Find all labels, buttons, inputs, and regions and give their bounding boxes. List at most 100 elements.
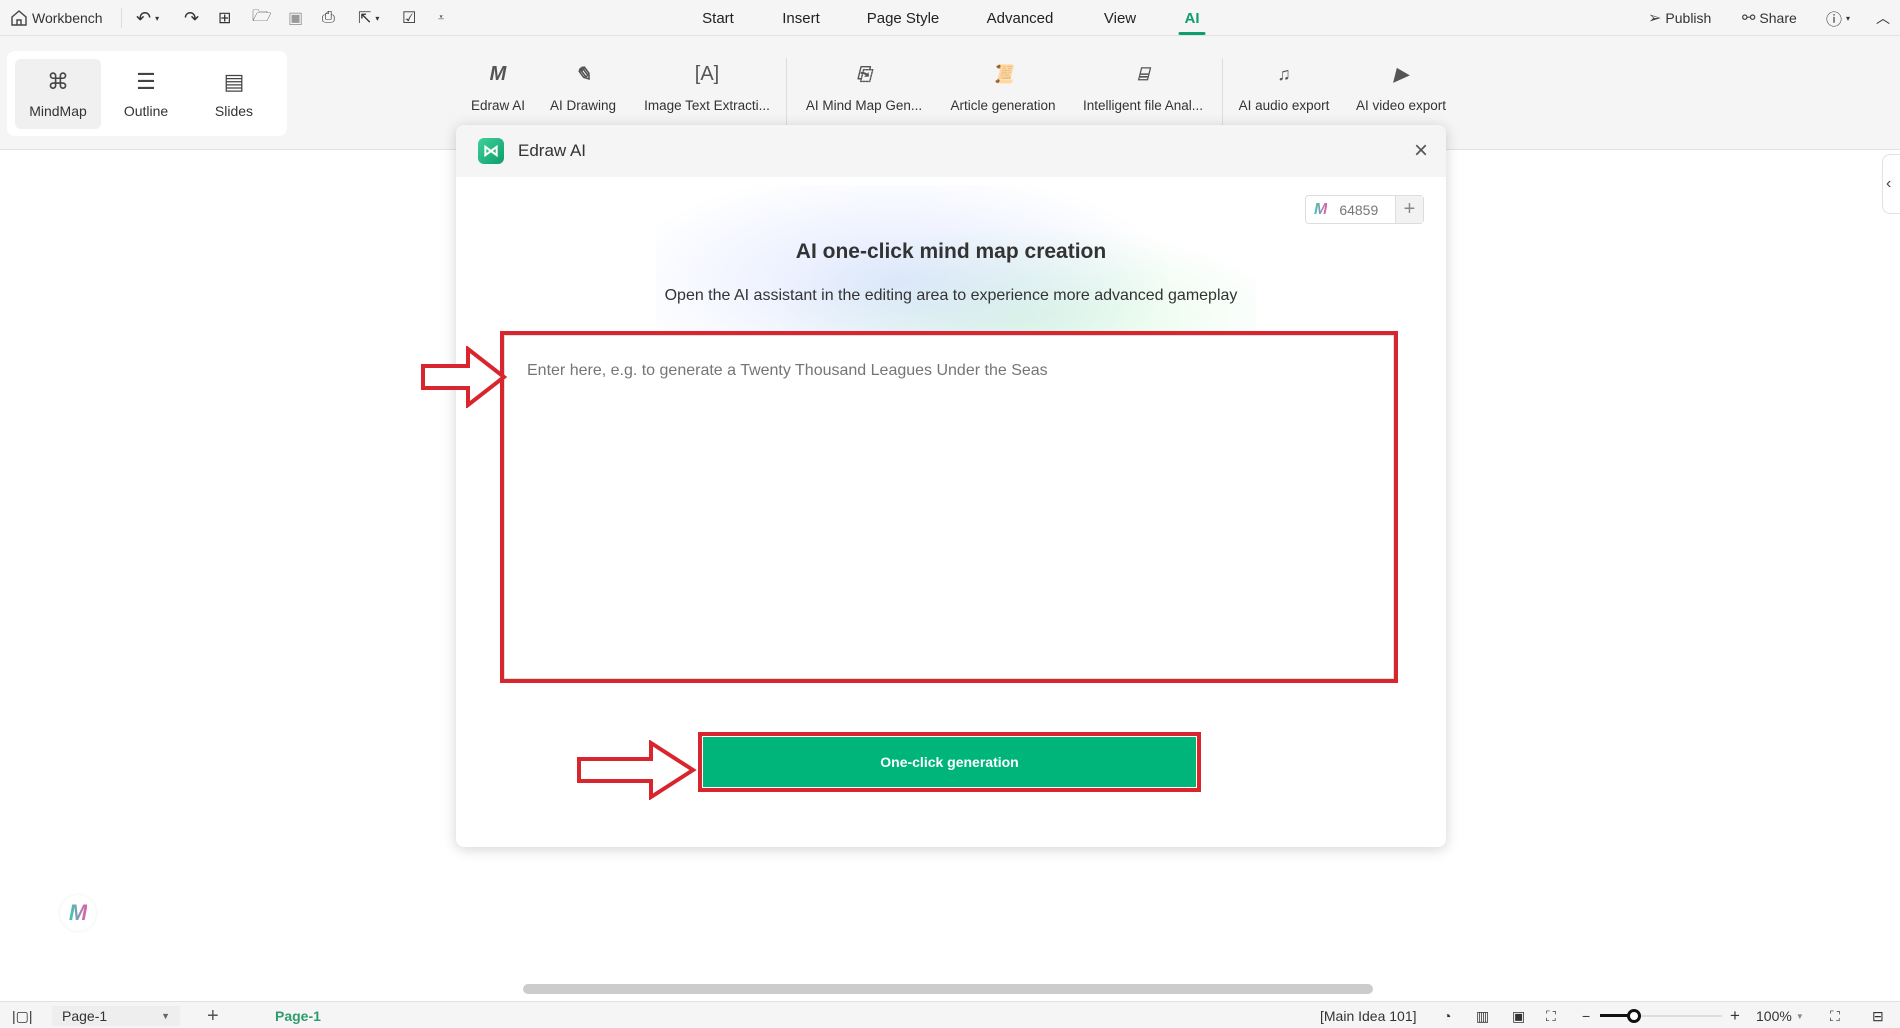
ribbon-label: Intelligent file Anal... [1082,98,1204,113]
ai-mindmap-icon: ⎘ [856,63,872,84]
ribbon-label: Edraw AI [470,98,526,113]
dialog-subheading: Open the AI assistant in the editing are… [664,287,1238,304]
generate-highlight: One-click generation [698,732,1201,792]
tab-view[interactable]: View [1104,10,1136,27]
mouse-mode-icon[interactable]: ◔ [1443,1006,1451,1026]
edraw-ai-logo-icon: M [68,900,88,925]
edraw-ai-dialog: ⋈ Edraw AI × M 64859 + AI one-click mind… [456,125,1446,847]
zoom-out-icon[interactable]: − [1582,1006,1590,1026]
new-file-icon[interactable]: ⊞ [218,6,231,30]
tab-start[interactable]: Start [702,10,734,27]
dialog-header: ⋈ Edraw AI × [456,125,1446,177]
credits-box: M 64859 + [1305,195,1424,224]
publish-label: Publish [1665,10,1712,26]
ribbon-label: AI Drawing [549,98,617,113]
prompt-highlight [500,331,1398,683]
tab-advanced[interactable]: Advanced [987,10,1054,27]
fit-width-icon[interactable]: ⊟ [1872,1006,1884,1026]
credits-logo-icon: M [1314,200,1328,218]
selection-info: [Main Idea 101] [1320,1008,1417,1024]
one-click-generation-button[interactable]: One-click generation [703,737,1196,787]
ribbon-label: Article generation [950,98,1056,113]
page-panel-icon[interactable]: |▢| [12,1006,33,1026]
redo-icon[interactable]: ↷ [184,6,199,30]
title-bar: Workbench ↶ ▾ ↷ ⊞ 🗁 ▣ ⎙ ⇱ ▾ ☑ ⩡ Start Inse… [0,0,1900,36]
fullscreen-icon[interactable]: ⛶ [1830,1006,1840,1026]
tab-page-style[interactable]: Page Style [867,10,940,27]
zoom-value: 100% [1756,1008,1792,1024]
ribbon-label: Image Text Extracti... [644,98,770,113]
share-icon: ⚯ [1742,10,1756,27]
fit-page-icon[interactable]: ▣ [1512,1006,1525,1026]
zoom-slider[interactable] [1600,1006,1722,1026]
audio-icon: ♫ [1277,63,1291,84]
mode-label: MindMap [29,103,87,119]
ribbon-label: AI video export [1355,98,1447,113]
share-label: Share [1759,10,1797,26]
ribbon-ai-audio-export[interactable]: ♫ AI audio export [1238,60,1330,114]
ribbon-ai-video-export[interactable]: ▶ AI video export [1355,60,1447,114]
horizontal-scrollbar[interactable] [523,984,1373,994]
publish-button[interactable]: ➢ Publish [1648,6,1711,30]
help-icon[interactable]: ⓘ ▾ [1826,6,1850,30]
page-select-value: Page-1 [62,1008,108,1024]
print-icon[interactable]: ⎙ [322,6,335,30]
dialog-heading: AI one-click mind map creation [795,240,1107,263]
mindmap-icon: ⌘ [47,69,69,94]
divider [121,8,122,28]
credits-count: 64859 [1339,201,1379,218]
send-icon: ➢ [1648,10,1662,27]
more-icon[interactable]: ⩡ [438,6,444,30]
tab-ai[interactable]: AI [1178,10,1206,35]
book-view-icon[interactable]: ▥ [1476,1006,1489,1026]
add-page-icon[interactable]: + [207,1005,219,1027]
collapse-ribbon-icon[interactable]: ︿ [1876,6,1890,30]
image-text-icon: [A] [694,62,720,85]
file-analysis-icon: ⌸ [1137,63,1149,84]
side-panel-toggle[interactable]: ‹ [1882,154,1900,214]
save-icon[interactable]: ▣ [288,6,303,30]
export-icon[interactable]: ⇱ ▾ [358,6,379,30]
share-button[interactable]: ⚯ Share [1742,6,1797,30]
slides-icon: ▤ [223,69,245,94]
ribbon-image-text-extraction[interactable]: [A] Image Text Extracti... [644,60,770,114]
article-icon: 📜 [991,63,1015,84]
close-icon[interactable]: × [1414,137,1428,165]
page-tab[interactable]: Page-1 [275,1006,321,1026]
ribbon-ai-mindmap-gen[interactable]: ⎘ AI Mind Map Gen... [805,60,923,114]
mode-label: Slides [214,103,254,119]
divider [786,58,787,128]
workbench-label: Workbench [32,10,103,26]
ribbon-label: AI Mind Map Gen... [805,98,923,113]
ribbon-file-analysis[interactable]: ⌸ Intelligent file Anal... [1082,60,1204,114]
fit-window-icon[interactable]: ⛶ [1546,1006,1556,1026]
undo-icon[interactable]: ↶ ▾ [136,6,159,30]
edraw-ai-icon: M [489,62,507,85]
floating-ai-button[interactable]: M [60,895,96,931]
mode-mindmap[interactable]: ⌘ MindMap [15,59,101,129]
chevron-down-icon: ▼ [161,1011,170,1021]
status-bar: |▢| Page-1 ▼ + Page-1 [Main Idea 101] ◔ … [0,1001,1900,1028]
video-icon: ▶ [1394,63,1408,84]
workbench-button[interactable]: Workbench [10,6,103,30]
prompt-input[interactable] [504,335,1394,679]
divider [1222,58,1223,128]
ai-drawing-icon: ✎ [574,63,592,86]
ribbon-edraw-ai[interactable]: M Edraw AI [470,60,526,114]
zoom-in-icon[interactable]: + [1730,1006,1740,1026]
ribbon-ai-drawing[interactable]: ✎ AI Drawing [549,60,617,114]
page-select[interactable]: Page-1 ▼ [52,1006,180,1026]
dialog-title: Edraw AI [518,141,587,160]
ribbon-label: AI audio export [1238,98,1330,113]
open-folder-icon[interactable]: 🗁 [252,6,272,30]
zoom-level[interactable]: 100% ▼ [1756,1006,1804,1026]
mode-label: Outline [123,103,169,119]
mode-slides[interactable]: ▤ Slides [191,59,277,129]
checkin-icon[interactable]: ☑ [402,6,416,30]
mode-outline[interactable]: ☰ Outline [103,59,189,129]
add-credits-button[interactable]: + [1395,196,1423,223]
tab-insert[interactable]: Insert [782,10,820,27]
ribbon-article-generation[interactable]: 📜 Article generation [950,60,1056,114]
outline-icon: ☰ [136,69,156,94]
view-mode-switcher: ⌘ MindMap ☰ Outline ▤ Slides [7,51,287,136]
